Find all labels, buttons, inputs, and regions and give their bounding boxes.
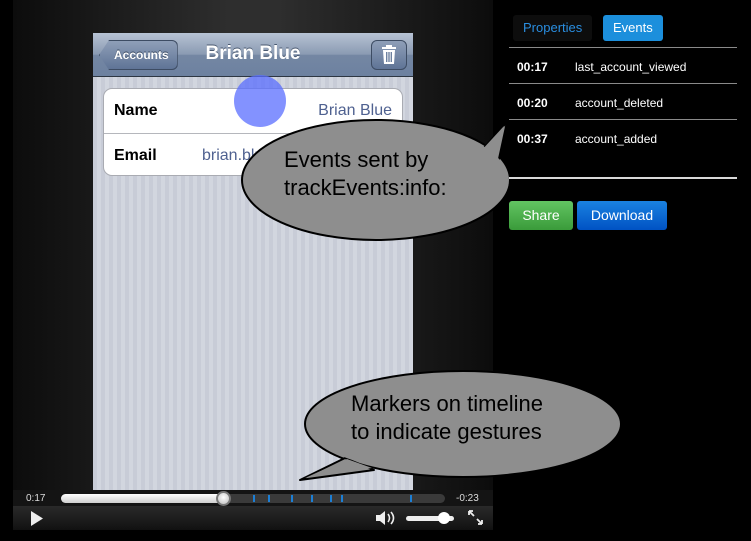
player-controls (13, 506, 493, 530)
volume-icon[interactable] (375, 510, 399, 526)
table-bottom-divider (509, 177, 737, 179)
gesture-marker (341, 495, 344, 502)
email-label: Email (114, 147, 157, 164)
event-name: account_deleted (575, 96, 664, 110)
event-row[interactable]: 00:20 account_deleted (509, 84, 737, 120)
gesture-marker (310, 495, 313, 502)
event-row[interactable]: 00:17 last_account_viewed (509, 48, 737, 84)
timeline-bar: 0:17 -0:23 (13, 490, 493, 506)
gesture-marker (268, 495, 271, 502)
gesture-marker (329, 495, 332, 502)
delete-button[interactable] (371, 40, 407, 70)
touch-indicator (234, 75, 286, 127)
gesture-marker (253, 495, 255, 502)
markers-callout-text: Markers on timeline to indicate gestures (351, 391, 543, 444)
download-button[interactable]: Download (577, 201, 667, 230)
name-label: Name (114, 102, 158, 119)
event-time: 00:37 (517, 132, 548, 146)
share-button[interactable]: Share (509, 201, 573, 230)
event-name: account_added (575, 132, 658, 146)
trash-icon (382, 45, 396, 64)
event-time: 00:17 (517, 60, 548, 74)
email-value: brian.blu (202, 147, 264, 164)
tab-events[interactable]: Events (603, 15, 663, 41)
nav-title: Brian Blue (205, 43, 301, 64)
timeline-progress (61, 494, 225, 503)
event-name: last_account_viewed (575, 60, 687, 74)
fullscreen-icon[interactable] (468, 510, 483, 525)
events-table: 00:17 last_account_viewed 00:20 account_… (509, 47, 737, 156)
timeline-scrubber-handle[interactable] (216, 491, 232, 506)
gesture-marker (291, 495, 294, 502)
volume-slider-handle[interactable] (438, 512, 451, 524)
nav-bar: Accounts Brian Blue (93, 33, 413, 77)
play-icon[interactable] (30, 511, 44, 526)
gesture-marker (410, 495, 413, 502)
tab-properties[interactable]: Properties (513, 15, 593, 41)
name-value: Brian Blue (318, 102, 392, 119)
elapsed-time: 0:17 (26, 493, 46, 504)
timeline-track[interactable] (61, 491, 445, 506)
event-time: 00:20 (517, 96, 548, 110)
event-row[interactable]: 00:37 account_added (509, 120, 737, 156)
events-callout-text: Events sent by trackEvents:info: (284, 147, 447, 200)
remaining-time: -0:23 (456, 493, 479, 504)
